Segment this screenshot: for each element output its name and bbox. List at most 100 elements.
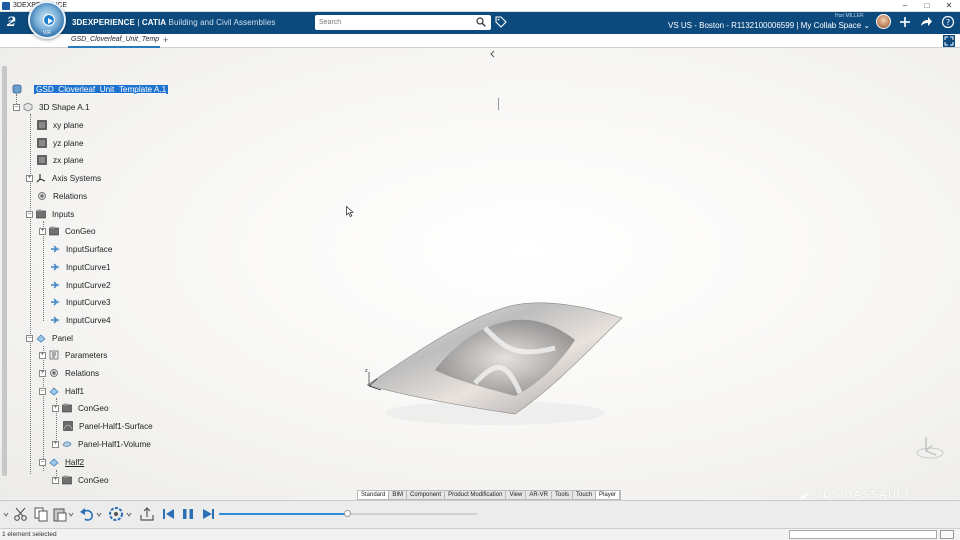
minimize-button[interactable]: – <box>894 0 916 12</box>
tree-node-parameters[interactable]: + Parameters <box>39 347 107 363</box>
expand-toggle[interactable]: + <box>39 351 46 359</box>
expand-toggle[interactable]: + <box>26 174 33 182</box>
search-input[interactable] <box>315 15 491 30</box>
tree-node-inputs[interactable]: – Inputs <box>26 206 74 222</box>
playback-slider-handle[interactable] <box>344 510 351 517</box>
add-icon[interactable] <box>898 15 912 29</box>
tree-scrollbar[interactable] <box>2 66 7 476</box>
tag-icon[interactable] <box>495 16 507 28</box>
play-icon[interactable] <box>43 14 55 26</box>
bottom-toolbar <box>0 500 960 528</box>
tree-label: Panel-Half1-Volume <box>78 439 151 449</box>
copy-icon[interactable] <box>33 506 49 522</box>
collapse-toggle[interactable]: – <box>26 334 33 342</box>
play-forward-icon[interactable] <box>200 506 216 522</box>
publication-icon <box>51 263 60 271</box>
compass-icon[interactable]: V,R <box>28 1 66 39</box>
update-dropdown-icon[interactable] <box>126 506 132 522</box>
undo-dropdown-icon[interactable] <box>96 506 102 522</box>
tab-product-modification[interactable]: Product Modification <box>445 491 507 499</box>
playback-track[interactable] <box>348 513 477 515</box>
pause-icon[interactable] <box>180 506 196 522</box>
tree-node-relations[interactable]: Relations <box>37 188 87 204</box>
collapse-toggle[interactable]: – <box>26 210 33 218</box>
tree-node-3d-shape[interactable]: – 3D Shape A.1 <box>13 99 90 115</box>
tree-node-congeo-half2[interactable]: + ConGeo <box>52 472 109 488</box>
brand-main: 3DEXPERIENCE <box>72 18 135 27</box>
tab-ar-vr[interactable]: AR-VR <box>526 491 553 499</box>
tree-node-xy-plane[interactable]: xy plane <box>37 117 84 133</box>
tree-node-inputcurve2[interactable]: InputCurve2 <box>50 277 111 293</box>
tree-label: yz plane <box>53 138 84 148</box>
tab-standard[interactable]: Standard <box>358 491 390 499</box>
collapse-toggle[interactable]: – <box>39 387 46 395</box>
tree-node-half2[interactable]: – Half2 <box>39 454 84 470</box>
tree-node-axis-systems[interactable]: + Axis Systems <box>26 170 101 186</box>
tab-view[interactable]: View <box>506 491 527 499</box>
3d-model-panel[interactable]: z <box>355 248 635 428</box>
plane-icon <box>37 138 47 148</box>
undo-icon[interactable] <box>79 506 95 522</box>
toolbar-grip-icon[interactable] <box>3 507 9 523</box>
tree-label: Parameters <box>65 350 108 360</box>
step-back-icon[interactable] <box>160 506 176 522</box>
tab-bim[interactable]: BIM <box>389 491 408 499</box>
tree-node-panel[interactable]: – Panel <box>26 330 73 346</box>
view-cube-icon[interactable] <box>912 433 944 461</box>
tree-node-zx-plane[interactable]: zx plane <box>37 152 84 168</box>
expand-toggle[interactable]: + <box>52 404 59 412</box>
power-input-field[interactable] <box>789 530 937 539</box>
tab-touch[interactable]: Touch <box>573 491 597 499</box>
collapse-toggle[interactable]: – <box>13 103 20 111</box>
share-icon[interactable] <box>919 15 933 29</box>
tree-node-yz-plane[interactable]: yz plane <box>37 135 84 151</box>
tree-node-congeo-half1[interactable]: + ConGeo <box>52 400 109 416</box>
fullscreen-icon[interactable] <box>943 35 955 47</box>
panel-splitter[interactable] <box>498 98 499 110</box>
plane-icon <box>37 120 47 130</box>
expand-toggle[interactable]: + <box>39 227 46 235</box>
expand-toggle[interactable]: + <box>39 369 46 377</box>
publication-icon <box>51 281 60 289</box>
user-feature-icon <box>49 458 59 467</box>
cut-icon[interactable] <box>13 506 29 522</box>
tab-player[interactable]: Player <box>596 491 621 499</box>
avatar[interactable] <box>876 14 891 29</box>
tree-node-inputsurface[interactable]: InputSurface <box>50 241 112 257</box>
expand-toggle[interactable]: + <box>52 476 59 484</box>
add-tab-button[interactable]: + <box>163 34 168 47</box>
tree-node-root[interactable]: GSD_Cloverleaf_Unit_Template A.1 <box>12 81 169 97</box>
tree-node-half1-volume[interactable]: + Panel-Half1-Volume <box>52 436 151 452</box>
tree-node-half1-surface[interactable]: Panel-Half1-Surface <box>63 418 153 434</box>
3d-viewer[interactable]: z GSD_Cloverleaf_Unit_Template A.1 – 3D … <box>0 48 960 499</box>
geometrical-set-icon <box>36 209 46 219</box>
paste-icon[interactable] <box>52 506 68 522</box>
maximize-button[interactable]: □ <box>916 0 938 12</box>
power-input-button[interactable] <box>940 530 954 539</box>
app-brand: 3DEXPERIENCE | CATIA Building and Civil … <box>72 18 275 27</box>
ds-logo-icon[interactable]: ƻ <box>7 15 16 30</box>
close-button[interactable]: ✕ <box>938 0 960 12</box>
tab-tools[interactable]: Tools <box>552 491 574 499</box>
tree-node-relations-panel[interactable]: + Relations <box>39 365 99 381</box>
tab-component[interactable]: Component <box>407 491 446 499</box>
document-tab-row: GSD_Cloverleaf_Unit_Temp + <box>0 34 960 48</box>
search-icon[interactable] <box>476 17 486 27</box>
collab-space-selector[interactable]: VS US - Boston - R1132100006599 | My Col… <box>668 21 870 30</box>
playback-progress[interactable] <box>219 513 348 515</box>
tree-label: Half1 <box>65 386 85 396</box>
tab-gsd-cloverleaf[interactable]: GSD_Cloverleaf_Unit_Temp <box>68 34 160 48</box>
tree-node-inputcurve4[interactable]: InputCurve4 <box>50 312 111 328</box>
tree-node-congeo[interactable]: + ConGeo <box>39 223 96 239</box>
app-icon <box>2 1 10 10</box>
collapse-toggle[interactable]: – <box>39 458 46 466</box>
tree-node-half1[interactable]: – Half1 <box>39 383 84 399</box>
export-icon[interactable] <box>139 506 155 522</box>
paste-dropdown-icon[interactable] <box>68 506 74 522</box>
help-icon[interactable]: ? <box>941 15 955 29</box>
update-icon[interactable] <box>108 506 124 522</box>
tree-node-inputcurve1[interactable]: InputCurve1 <box>50 259 111 275</box>
expand-toggle[interactable]: + <box>52 440 59 448</box>
tree-node-inputcurve3[interactable]: InputCurve3 <box>50 294 111 310</box>
collapse-panel-icon[interactable] <box>489 50 497 58</box>
